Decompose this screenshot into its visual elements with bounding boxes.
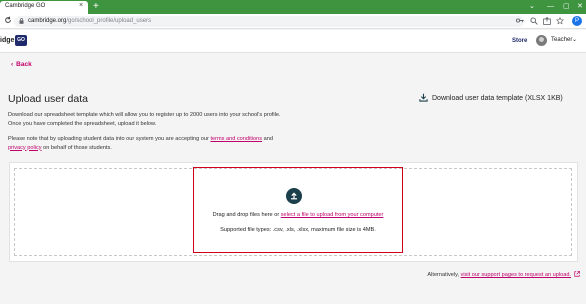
alternative-upload-text: Alternatively, visit our support pages t…	[350, 271, 580, 278]
terms-link[interactable]: terms and conditions	[210, 136, 262, 142]
notice-and: and	[262, 136, 273, 142]
supported-types-text: Supported file types: .csv, .xls, .xlsx,…	[220, 227, 376, 233]
site-header: idge GO Store Teacher ⌄	[0, 30, 586, 53]
site-logo-badge[interactable]: GO	[15, 35, 27, 46]
intro-line-1: Download our spreadsheet template which …	[8, 112, 281, 118]
download-icon	[419, 93, 428, 102]
tab-search-icon[interactable]: ⌄	[529, 1, 535, 12]
reload-icon[interactable]	[4, 16, 12, 26]
tab-close-icon[interactable]: ×	[79, 2, 83, 9]
privacy-link[interactable]: privacy policy	[8, 145, 42, 151]
share-icon[interactable]	[543, 16, 551, 28]
download-template-link[interactable]: Download user data template (XLSX 1KB)	[419, 93, 563, 102]
chevron-down-icon[interactable]: ⌄	[572, 36, 577, 43]
notice-suffix: on behalf of those students.	[41, 144, 112, 151]
intro-line-2: Once you have completed the spreadsheet,…	[8, 120, 157, 127]
chevron-left-icon: ‹	[11, 61, 14, 68]
intro-text: Download our spreadsheet template which …	[8, 111, 338, 128]
key-icon[interactable]	[515, 17, 524, 27]
upload-icon[interactable]	[286, 188, 302, 204]
page-title: Upload user data	[8, 93, 88, 105]
browser-tab-bar: Cambridge GO × + ⌄ — ▢ ✕	[0, 0, 586, 14]
browser-tab[interactable]: Cambridge GO ×	[0, 1, 88, 14]
alt-prefix: Alternatively,	[427, 272, 461, 278]
url-text: cambridge.org/go/school_profile/upload_u…	[28, 18, 151, 24]
highlight-box	[193, 167, 403, 253]
new-tab-button[interactable]: +	[93, 0, 99, 13]
download-template-label: Download user data template (XLSX 1KB)	[432, 95, 563, 102]
lock-icon	[19, 18, 24, 24]
back-label: Back	[16, 61, 32, 68]
user-menu-label[interactable]: Teacher	[551, 37, 572, 43]
store-link[interactable]: Store	[512, 38, 527, 44]
address-bar: cambridge.org/go/school_profile/upload_u…	[0, 14, 586, 29]
profile-avatar[interactable]: P	[572, 16, 582, 26]
drop-instructions: Drag and drop files here or select a fil…	[193, 212, 403, 218]
user-avatar[interactable]	[536, 35, 547, 46]
minimize-button[interactable]: —	[547, 1, 554, 12]
external-link-icon[interactable]	[574, 271, 580, 277]
select-file-link[interactable]: select a file to upload from your comput…	[281, 212, 384, 218]
url-field[interactable]: cambridge.org/go/school_profile/upload_u…	[14, 16, 524, 27]
consent-notice: Please note that by uploading student da…	[8, 135, 338, 152]
close-window-button[interactable]: ✕	[577, 1, 583, 12]
site-logo-text[interactable]: idge	[0, 37, 14, 44]
back-link[interactable]: ‹ Back	[11, 61, 32, 68]
drop-text-prefix: Drag and drop files here or	[212, 212, 281, 218]
support-pages-link[interactable]: visit our support pages to request an up…	[461, 272, 571, 278]
zoom-icon[interactable]	[530, 17, 538, 28]
url-host: cambridge.org	[28, 18, 67, 24]
star-icon[interactable]	[555, 16, 565, 28]
notice-prefix: Please note that by uploading student da…	[8, 136, 211, 142]
tab-title: Cambridge GO	[5, 3, 46, 9]
url-path: /go/school_profile/upload_users	[66, 18, 152, 24]
maximize-button[interactable]: ▢	[563, 1, 570, 12]
